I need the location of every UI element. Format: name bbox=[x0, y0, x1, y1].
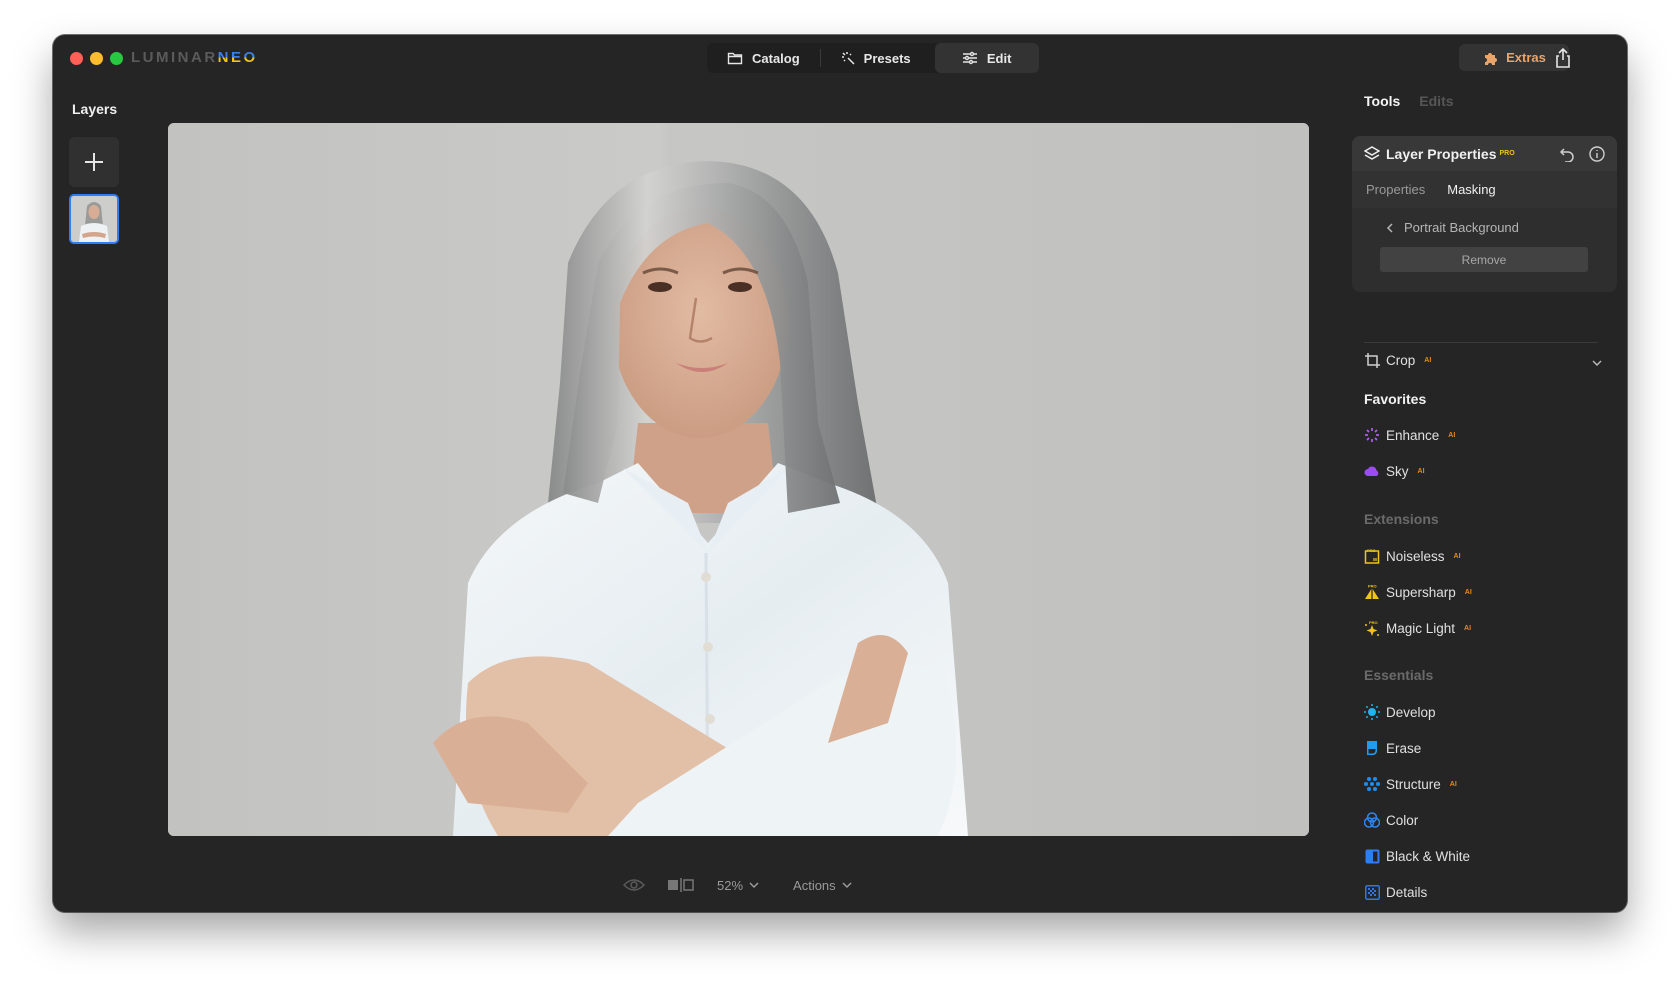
info-icon[interactable] bbox=[1589, 145, 1605, 162]
details-icon bbox=[1364, 884, 1380, 900]
pro-badge: PRO bbox=[1499, 150, 1515, 157]
color-circles-icon bbox=[1364, 812, 1380, 828]
tool-color[interactable]: Color bbox=[1364, 812, 1418, 828]
right-panel: Tools Edits Layer Properties PRO Properti… bbox=[1352, 35, 1627, 912]
layer-properties-panel: Layer Properties PRO Properties Masking P… bbox=[1352, 136, 1617, 292]
tool-supersharp[interactable]: PRO Supersharp AI bbox=[1364, 584, 1472, 600]
chevron-down-icon bbox=[842, 882, 852, 889]
tab-presets[interactable]: Presets bbox=[821, 43, 931, 73]
chevron-down-icon[interactable] bbox=[1592, 359, 1602, 367]
crop-icon bbox=[1364, 352, 1380, 368]
tab-tools[interactable]: Tools bbox=[1364, 93, 1400, 109]
zoom-dropdown[interactable]: 52% bbox=[717, 878, 759, 893]
favorites-header[interactable]: Favorites bbox=[1364, 391, 1426, 407]
extensions-header: Extensions bbox=[1364, 511, 1439, 527]
compare-view-button[interactable] bbox=[667, 877, 695, 893]
svg-text:PRO: PRO bbox=[1369, 620, 1378, 625]
remove-button[interactable]: Remove bbox=[1380, 247, 1588, 272]
app-window: LUMINARNEO Catalog Presets Edit Extras L… bbox=[53, 35, 1627, 912]
supersharp-icon: PRO bbox=[1365, 584, 1379, 599]
noiseless-icon: PRO bbox=[1364, 548, 1380, 564]
tool-black-white[interactable]: Black & White bbox=[1364, 848, 1470, 864]
split-view-icon bbox=[668, 878, 694, 892]
minimize-window-button[interactable] bbox=[90, 52, 103, 65]
preview-toggle-button[interactable] bbox=[623, 878, 645, 892]
app-logo: LUMINARNEO bbox=[131, 49, 258, 66]
layer-thumbnail[interactable] bbox=[69, 194, 119, 244]
close-window-button[interactable] bbox=[70, 52, 83, 65]
tool-sky[interactable]: Sky AI bbox=[1364, 463, 1425, 479]
chevron-down-icon bbox=[749, 882, 759, 889]
tool-magic-light[interactable]: PRO Magic Light AI bbox=[1364, 620, 1471, 636]
chevron-left-icon bbox=[1386, 222, 1393, 233]
layer-properties-tabs: Properties Masking bbox=[1352, 171, 1617, 208]
plus-icon bbox=[85, 153, 103, 171]
layer-properties-header[interactable]: Layer Properties PRO bbox=[1352, 136, 1617, 171]
magic-light-icon: PRO bbox=[1365, 620, 1379, 636]
eye-icon bbox=[623, 879, 645, 891]
portrait-photo bbox=[168, 123, 1309, 836]
sliders-icon bbox=[962, 51, 977, 65]
add-layer-button[interactable] bbox=[69, 137, 119, 187]
structure-icon bbox=[1364, 777, 1380, 791]
svg-text:PRO: PRO bbox=[1367, 548, 1376, 553]
cloud-icon bbox=[1364, 466, 1379, 476]
sun-icon bbox=[1364, 704, 1380, 720]
top-navigation: Catalog Presets Edit bbox=[707, 43, 1039, 73]
undo-icon[interactable] bbox=[1559, 146, 1575, 162]
tool-details[interactable]: Details bbox=[1364, 884, 1427, 900]
tool-develop[interactable]: Develop bbox=[1364, 704, 1436, 720]
tool-noiseless[interactable]: PRO Noiseless AI bbox=[1364, 548, 1461, 564]
masking-body: Portrait Background Remove bbox=[1352, 208, 1617, 292]
tool-structure[interactable]: Structure AI bbox=[1364, 776, 1457, 792]
actions-dropdown[interactable]: Actions bbox=[793, 878, 852, 893]
bottom-toolbar: 52% Actions bbox=[623, 873, 852, 897]
tab-edit[interactable]: Edit bbox=[934, 43, 1039, 73]
essentials-header: Essentials bbox=[1364, 667, 1434, 683]
tab-properties[interactable]: Properties bbox=[1366, 182, 1425, 197]
black-white-icon bbox=[1365, 849, 1379, 863]
tool-erase[interactable]: Erase bbox=[1364, 740, 1421, 756]
panel-tabs: Tools Edits bbox=[1364, 93, 1454, 109]
tab-masking[interactable]: Masking bbox=[1447, 182, 1495, 197]
tool-enhance[interactable]: Enhance AI bbox=[1364, 427, 1455, 443]
folder-icon bbox=[727, 52, 743, 65]
tool-crop[interactable]: Crop AI bbox=[1364, 352, 1431, 368]
layers-title: Layers bbox=[72, 101, 118, 117]
layers-icon bbox=[1364, 145, 1380, 160]
svg-text:PRO: PRO bbox=[1368, 584, 1377, 589]
photo-canvas[interactable] bbox=[168, 123, 1309, 836]
tab-edits[interactable]: Edits bbox=[1419, 93, 1453, 109]
portrait-thumbnail-image bbox=[71, 196, 117, 242]
sparkle-icon bbox=[841, 52, 855, 65]
maximize-window-button[interactable] bbox=[110, 52, 123, 65]
section-divider bbox=[1364, 342, 1598, 343]
eraser-icon bbox=[1367, 741, 1377, 755]
tab-catalog[interactable]: Catalog bbox=[707, 43, 820, 73]
enhance-wand-icon bbox=[1365, 428, 1379, 442]
portrait-background-back-button[interactable]: Portrait Background bbox=[1386, 220, 1519, 235]
